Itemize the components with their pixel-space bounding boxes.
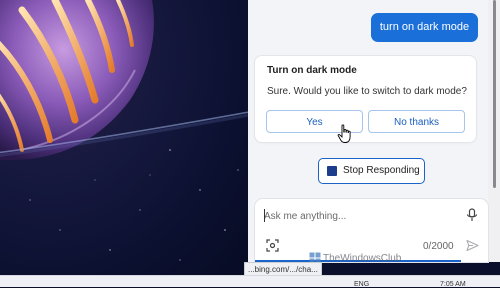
stop-responding-label: Stop Responding: [343, 165, 420, 176]
system-clock[interactable]: 7:05 AM: [440, 281, 466, 288]
ask-input[interactable]: [264, 207, 454, 225]
user-message-bubble: turn on dark mode: [371, 13, 478, 42]
taskbar: ENG 7:05 AM: [0, 275, 500, 288]
panel-scrollbar[interactable]: [488, 0, 500, 262]
character-count: 0/2000: [423, 241, 454, 252]
desktop-wallpaper: [0, 0, 248, 286]
stop-icon: [327, 166, 337, 176]
text-caret: [264, 209, 265, 222]
language-indicator[interactable]: ENG: [354, 281, 369, 288]
watermark-text: TheWindowsClub: [323, 252, 402, 264]
assistant-response-card: Turn on dark mode Sure. Would you like t…: [255, 56, 476, 142]
microphone-icon[interactable]: [466, 208, 478, 222]
hand-cursor-icon: [337, 124, 351, 143]
send-icon[interactable]: [466, 239, 479, 252]
watermark: TheWindowsClub: [309, 249, 401, 267]
scrollbar-thumb[interactable]: [493, 0, 496, 188]
no-thanks-button[interactable]: No thanks: [368, 110, 465, 133]
card-message: Sure. Would you like to switch to dark m…: [267, 86, 467, 97]
stop-responding-button[interactable]: Stop Responding: [318, 158, 425, 184]
visual-search-icon[interactable]: [266, 239, 279, 252]
card-title: Turn on dark mode: [267, 65, 357, 76]
